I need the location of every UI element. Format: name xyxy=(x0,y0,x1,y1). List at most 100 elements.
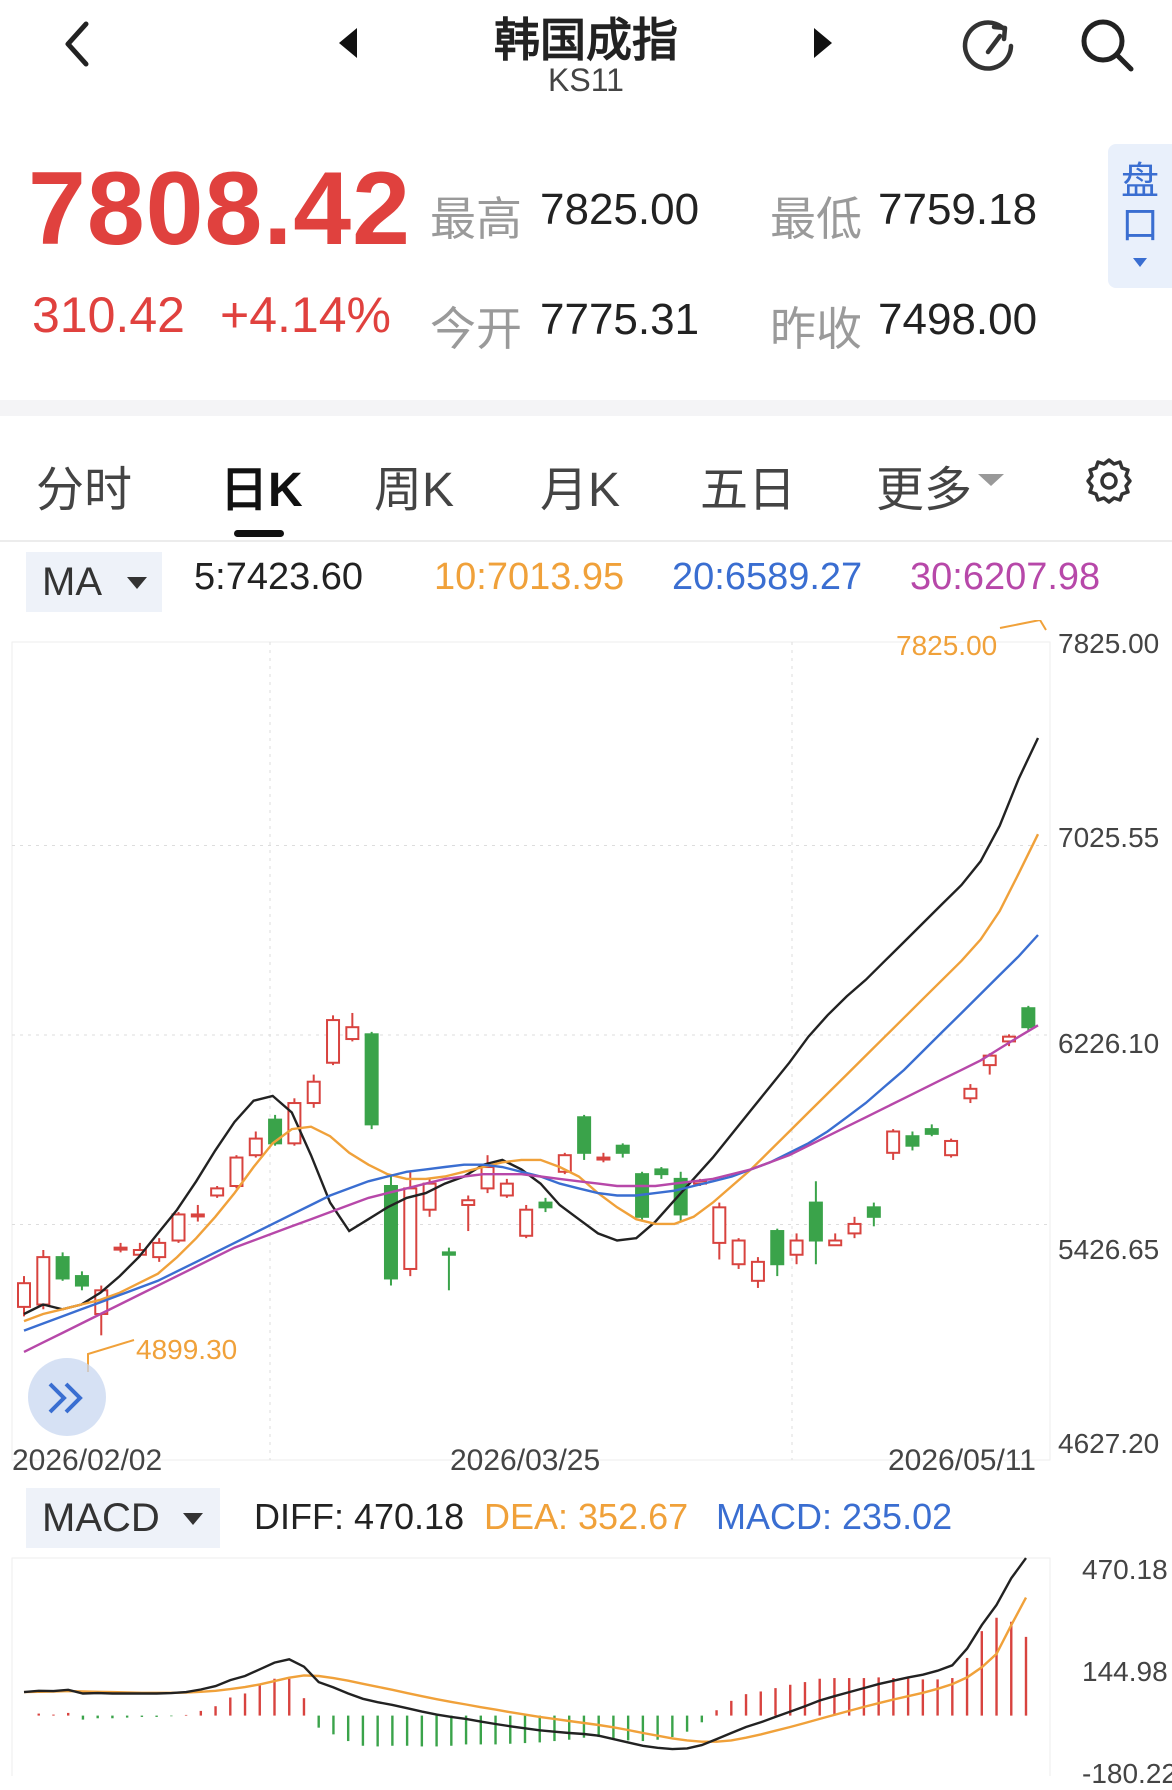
candle-body xyxy=(287,1102,302,1145)
tab-more[interactable]: 更多 xyxy=(876,450,972,520)
macd-diff-value: DIFF: 470.18 xyxy=(254,1496,465,1537)
macd-y-tick: -180.22 xyxy=(1082,1758,1172,1789)
min-price-leader xyxy=(87,1339,135,1372)
ma30-value: 30:6207.98 xyxy=(910,556,1101,598)
candle-body xyxy=(519,1208,534,1237)
ma5-value: 5:7423.60 xyxy=(194,556,364,598)
ma10-value: 10:7013.95 xyxy=(434,556,625,598)
candle-body xyxy=(770,1230,785,1266)
candle-body xyxy=(886,1130,901,1154)
open-value: 7775.31 xyxy=(540,295,700,344)
min-price-annotation: 4899.30 xyxy=(136,1334,238,1365)
k-y-tick: 5426.65 xyxy=(1058,1234,1160,1265)
candle-body xyxy=(55,1256,70,1280)
candle-body xyxy=(750,1260,765,1282)
k-x-tick: 2026/05/11 xyxy=(888,1444,1036,1477)
max-price-leader xyxy=(999,620,1047,631)
candle-body xyxy=(171,1213,186,1242)
ma-line-ma30 xyxy=(23,1024,1039,1353)
candle-body xyxy=(866,1206,881,1218)
high-value: 7825.00 xyxy=(540,185,700,234)
ma-line-ma20 xyxy=(23,934,1039,1332)
candle-body xyxy=(654,1168,669,1176)
macd-dea-value: DEA: 352.67 xyxy=(484,1496,689,1537)
k-x-tick: 2026/03/25 xyxy=(450,1444,601,1477)
candle-body xyxy=(248,1137,263,1157)
section-divider xyxy=(0,400,1172,416)
candle-body xyxy=(963,1087,978,1100)
open-label: 今开 xyxy=(430,303,522,355)
candle-body xyxy=(847,1222,862,1235)
candle-body xyxy=(808,1201,823,1242)
ma-selector[interactable]: MA xyxy=(26,552,162,612)
k-y-tick: 7025.55 xyxy=(1058,822,1160,853)
refresh-icon[interactable] xyxy=(958,14,1020,76)
double-chevron-right-icon xyxy=(48,1382,83,1414)
k-y-tick: 7825.00 xyxy=(1058,628,1160,659)
caret-down-icon xyxy=(127,577,147,589)
indicator-selector[interactable]: MACD xyxy=(26,1488,220,1548)
next-stock-icon[interactable] xyxy=(810,26,836,60)
candle-body xyxy=(712,1206,727,1244)
macd-y-tick: 470.18 xyxy=(1082,1554,1168,1585)
more-caret-icon xyxy=(978,474,1004,486)
candle-body xyxy=(789,1239,804,1256)
candle-body xyxy=(17,1282,31,1308)
candle-body xyxy=(538,1201,553,1209)
tabs-divider xyxy=(0,540,1172,542)
candle-body xyxy=(113,1246,128,1251)
candle-body xyxy=(480,1166,495,1190)
ma20-value: 20:6589.27 xyxy=(672,556,863,598)
search-icon[interactable] xyxy=(1076,14,1138,76)
candle-body xyxy=(383,1185,398,1280)
tab-monthly-k[interactable]: 月K xyxy=(540,450,620,520)
candle-body xyxy=(944,1139,959,1157)
candle-body xyxy=(596,1156,611,1161)
plot-frame xyxy=(11,1557,1051,1776)
candle-body xyxy=(403,1187,418,1270)
ma-line-ma10 xyxy=(23,833,1040,1323)
active-tab-indicator xyxy=(234,530,284,537)
tab-five-day[interactable]: 五日 xyxy=(700,450,796,520)
prev-close-value: 7498.00 xyxy=(878,295,1038,344)
macd-hist-value: MACD: 235.02 xyxy=(716,1496,953,1537)
candle-body xyxy=(326,1019,341,1064)
candle-body xyxy=(210,1187,225,1197)
candle-body xyxy=(1021,1007,1036,1029)
settings-icon[interactable] xyxy=(1084,456,1134,506)
caret-down-icon xyxy=(183,1513,203,1525)
tab-intraday[interactable]: 分时 xyxy=(36,450,132,520)
candle-body xyxy=(229,1156,244,1188)
candle-body xyxy=(190,1213,205,1218)
k-y-tick: 4627.20 xyxy=(1058,1428,1160,1459)
ma-selector-label: MA xyxy=(42,560,102,604)
candle-body xyxy=(499,1182,514,1197)
expand-chart-button[interactable] xyxy=(28,1358,106,1436)
order-book-label: 盘口 xyxy=(1120,161,1159,247)
last-price: 7808.42 xyxy=(28,151,411,267)
tab-weekly-k[interactable]: 周K xyxy=(374,450,454,520)
candle-body xyxy=(924,1128,939,1135)
prev-close-label: 昨收 xyxy=(770,303,862,355)
candle-body xyxy=(905,1135,920,1147)
low-label: 最低 xyxy=(770,193,862,245)
candle-body xyxy=(615,1144,630,1154)
candle-body xyxy=(441,1251,456,1256)
price-change: 310.42 xyxy=(32,287,185,343)
candle-body xyxy=(577,1116,592,1154)
caret-down-icon xyxy=(1133,258,1147,267)
candle-body xyxy=(364,1033,379,1126)
candle-body xyxy=(731,1239,746,1266)
high-label: 最高 xyxy=(430,193,522,245)
candle-body xyxy=(422,1182,437,1211)
max-price-annotation: 7825.00 xyxy=(896,630,998,661)
price-change-pct: +4.14% xyxy=(220,287,391,343)
macd-y-tick: 144.98 xyxy=(1082,1656,1168,1687)
tab-daily-k[interactable]: 日K xyxy=(220,450,303,520)
candle-body xyxy=(36,1256,51,1306)
candle-body xyxy=(828,1239,843,1247)
k-x-tick: 2026/02/02 xyxy=(12,1444,163,1477)
candle-body xyxy=(74,1275,89,1287)
candle-body xyxy=(461,1199,476,1206)
order-book-tab[interactable]: 盘口 xyxy=(1108,144,1172,288)
